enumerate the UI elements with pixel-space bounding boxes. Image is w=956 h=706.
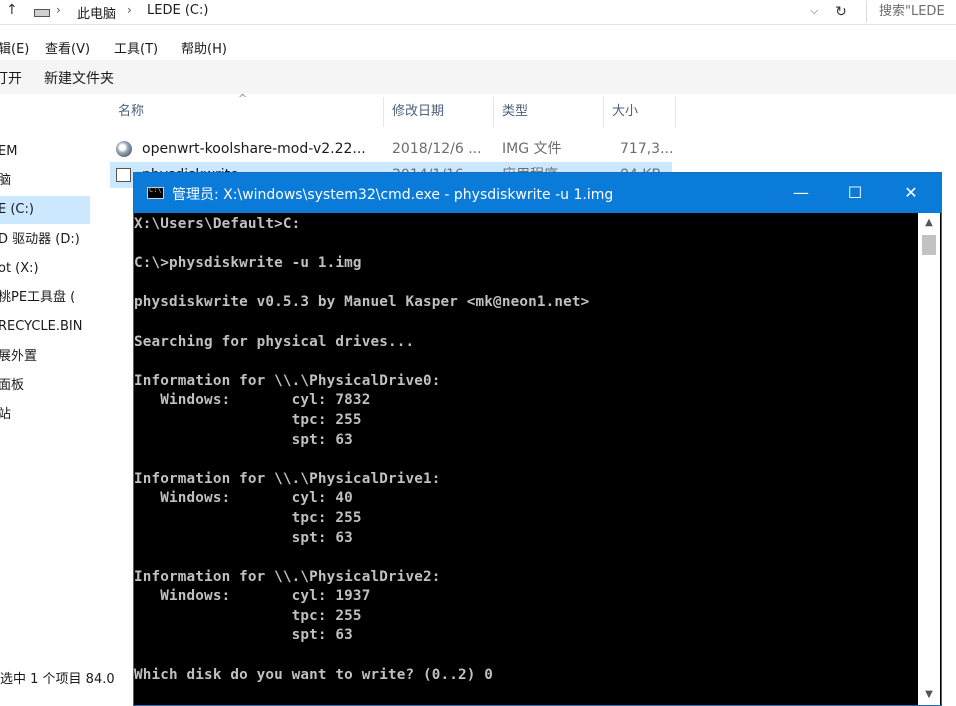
minimize-button[interactable]: —	[774, 173, 828, 213]
file-type: IMG 文件	[502, 141, 562, 157]
nav-item[interactable]: 站	[0, 401, 11, 429]
chevron-right-icon: ›	[56, 3, 61, 17]
console-line: physdiskwrite v0.5.3 by Manuel Kasper <m…	[134, 294, 590, 311]
scrollbar-thumb[interactable]	[922, 235, 936, 255]
console-line: Windows: cyl: 7832	[134, 392, 371, 409]
nav-item[interactable]: 脑	[0, 167, 11, 195]
console-line: Which disk do you want to write? (0..2) …	[134, 666, 494, 683]
command-bar: 打开 新建文件夹	[0, 60, 956, 94]
up-arrow-icon[interactable]: ↑	[6, 2, 18, 18]
console-line: Information for \\.\PhysicalDrive2:	[134, 568, 441, 585]
console-line: tpc: 255	[134, 607, 362, 624]
chevron-right-icon: ›	[127, 3, 132, 17]
file-date: 2018/12/6 ...	[392, 141, 482, 157]
cmd-window[interactable]: C:\ 管理员: X:\windows\system32\cmd.exe - p…	[133, 172, 942, 706]
maximize-button[interactable]: ☐	[828, 173, 882, 213]
console-line: spt: 63	[134, 627, 353, 644]
chevron-down-icon[interactable]: ⌵	[810, 4, 818, 18]
file-row[interactable]: openwrt-koolshare-mod-v2.22... 2018/12/6…	[110, 136, 674, 162]
console-icon-label: C:\	[149, 186, 162, 194]
column-type[interactable]: 类型	[494, 97, 604, 127]
close-button[interactable]: ✕	[884, 173, 938, 213]
drive-icon	[34, 9, 50, 17]
cmd-titlebar[interactable]: C:\ 管理员: X:\windows\system32\cmd.exe - p…	[134, 173, 942, 213]
breadcrumb-this-pc[interactable]: 此电脑	[77, 3, 116, 22]
nav-item[interactable]: D 驱动器 (D:)	[0, 226, 80, 254]
disc-image-icon	[116, 141, 132, 157]
breadcrumb-drive[interactable]: LEDE (C:)	[147, 3, 208, 18]
window-title: 管理员: X:\windows\system32\cmd.exe - physd…	[172, 187, 614, 203]
nav-item[interactable]: ot (X:)	[0, 255, 39, 283]
nav-item-drive-c[interactable]: E (C:)	[0, 196, 90, 224]
nav-item[interactable]: 面板	[0, 372, 24, 400]
scroll-down-icon[interactable]: ▼	[918, 685, 940, 705]
column-name[interactable]: 名称	[110, 97, 384, 127]
menu-tools[interactable]: 工具(T)	[114, 38, 158, 57]
nav-item[interactable]: EM	[0, 138, 17, 166]
console-output[interactable]: X:\Users\Default>C: C:\>physdiskwrite -u…	[134, 215, 918, 705]
nav-item[interactable]: 桃PE工具盘 (	[0, 284, 75, 312]
nav-item[interactable]: RECYCLE.BIN	[0, 313, 82, 341]
new-folder-button[interactable]: 新建文件夹	[44, 68, 114, 88]
search-input[interactable]: 搜索"LEDE	[866, 1, 956, 22]
console-line: Information for \\.\PhysicalDrive1:	[134, 470, 441, 487]
nav-item[interactable]: 展外置	[0, 343, 37, 371]
menu-help[interactable]: 帮助(H)	[181, 38, 227, 57]
vertical-scrollbar[interactable]: ▲ ▼	[918, 213, 940, 705]
menu-view[interactable]: 查看(V)	[45, 38, 90, 57]
file-name: openwrt-koolshare-mod-v2.22...	[142, 141, 366, 157]
console-line: C:\>physdiskwrite -u 1.img	[134, 255, 362, 272]
console-line: spt: 63	[134, 529, 353, 546]
column-date[interactable]: 修改日期	[384, 97, 494, 127]
refresh-icon[interactable]: ↻	[830, 1, 852, 23]
column-size[interactable]: 大小	[604, 97, 676, 127]
console-icon: C:\	[147, 186, 164, 199]
console-line: Searching for physical drives...	[134, 333, 415, 350]
console-line: spt: 63	[134, 431, 353, 448]
open-button[interactable]: 打开	[0, 68, 22, 88]
file-size: 717,3...	[620, 141, 674, 157]
console-line: tpc: 255	[134, 509, 362, 526]
console-line: Windows: cyl: 40	[134, 490, 353, 507]
menu-edit[interactable]: 辑(E)	[0, 38, 29, 57]
status-bar: 选中 1 个项目 84.0	[0, 672, 115, 687]
executable-icon	[116, 168, 131, 182]
console-line: X:\Users\Default>C:	[134, 216, 301, 232]
menu-bar: 辑(E) 查看(V) 工具(T) 帮助(H)	[0, 35, 956, 59]
scroll-up-icon[interactable]: ▲	[918, 213, 940, 233]
console-line: Information for \\.\PhysicalDrive0:	[134, 372, 441, 389]
address-bar[interactable]: ↑ › 此电脑 › LEDE (C:) ⌵ ↻ 搜索"LEDE	[0, 0, 956, 25]
console-line: tpc: 255	[134, 411, 362, 428]
console-line: Windows: cyl: 1937	[134, 588, 371, 605]
